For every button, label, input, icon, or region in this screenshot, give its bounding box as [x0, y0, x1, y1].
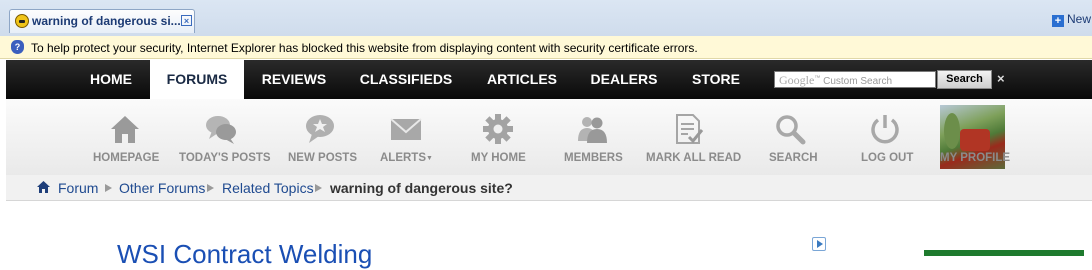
quick-link-members[interactable]: MEMBERS — [554, 99, 630, 175]
adchoices-icon[interactable] — [812, 237, 826, 251]
breadcrumb-link-related-topics[interactable]: Related Topics — [222, 180, 314, 196]
search-button[interactable]: Search — [937, 70, 992, 89]
nav-articles[interactable]: ARTICLES — [472, 60, 572, 99]
gear-icon — [483, 114, 513, 144]
quick-link-label: ALERTS▼ — [380, 152, 433, 164]
breadcrumb-link-other-forums[interactable]: Other Forums — [119, 180, 205, 196]
alerts-label-text: ALERTS — [380, 152, 426, 164]
security-info-bar[interactable]: ? To help protect your security, Interne… — [0, 36, 1092, 59]
main-nav: HOME FORUMS REVIEWS CLASSIFIEDS ARTICLES… — [6, 60, 1092, 99]
nav-dealers-label: DEALERS — [590, 71, 658, 87]
breadcrumb-current: warning of dangerous site? — [330, 180, 513, 196]
quick-link-label: SEARCH — [769, 152, 818, 164]
breadcrumb-separator-icon — [207, 184, 214, 192]
nav-articles-label: ARTICLES — [487, 71, 557, 87]
my-profile-label[interactable]: MY PROFILE — [940, 152, 1010, 164]
search-input[interactable]: Google™ Custom Search — [774, 71, 936, 88]
nav-classifieds-label: CLASSIFIEDS — [359, 71, 453, 87]
quick-link-label: HOMEPAGE — [93, 152, 160, 164]
new-tab-button[interactable]: + New — [1052, 12, 1091, 27]
shield-question-icon: ? — [11, 40, 24, 54]
nav-home-label: HOME — [90, 71, 132, 87]
people-icon — [578, 117, 607, 143]
browser-tab-strip: warning of dangerous si... × + New — [0, 0, 1092, 36]
new-tab-label: New — [1067, 12, 1092, 26]
tab-close-icon[interactable]: × — [181, 15, 192, 26]
quick-link-new-posts[interactable]: NEW POSTS — [282, 99, 362, 175]
document-check-icon — [676, 114, 704, 144]
google-brand: Google — [779, 73, 815, 87]
quick-link-my-home[interactable]: MY HOME — [462, 99, 534, 175]
quick-link-label: MEMBERS — [564, 152, 623, 164]
main-content: WSI Contract Welding — [6, 201, 1092, 269]
info-bar-text: To help protect your security, Internet … — [31, 41, 698, 55]
clear-search-icon[interactable]: × — [997, 71, 1005, 86]
breadcrumb-link-forum[interactable]: Forum — [58, 180, 98, 196]
breadcrumb-separator-icon — [315, 184, 322, 192]
chat-bubbles-icon — [206, 116, 236, 144]
quick-link-todays-posts[interactable]: TODAY'S POSTS — [174, 99, 274, 175]
browser-tab[interactable]: warning of dangerous si... × — [9, 9, 195, 33]
nav-store[interactable]: STORE — [676, 60, 756, 99]
breadcrumb: Forum Other Forums Related Topics warnin… — [6, 175, 1092, 201]
breadcrumb-separator-icon — [105, 184, 112, 192]
nav-store-label: STORE — [692, 71, 740, 87]
quick-link-alerts[interactable]: ALERTS▼ — [372, 99, 442, 175]
quick-link-label: LOG OUT — [861, 152, 914, 164]
quick-link-search[interactable]: SEARCH — [760, 99, 824, 175]
house-icon — [111, 116, 139, 143]
chevron-down-icon: ▼ — [426, 155, 433, 162]
search-placeholder-text: Custom Search — [823, 76, 893, 87]
power-icon — [871, 115, 899, 144]
quick-link-label: TODAY'S POSTS — [179, 152, 271, 164]
magnifier-icon — [776, 115, 806, 145]
nav-forums[interactable]: FORUMS — [150, 60, 244, 99]
plus-icon: + — [1052, 15, 1064, 27]
nav-home[interactable]: HOME — [74, 60, 148, 99]
nav-dealers[interactable]: DEALERS — [576, 60, 672, 99]
sidebar-green-banner — [924, 250, 1084, 256]
new-posts-bubble-icon — [306, 115, 334, 143]
envelope-icon — [390, 118, 422, 140]
quick-links-bar: HOMEPAGE TODAY'S POSTS NEW POSTS ALERTS▼ — [6, 99, 1092, 175]
nav-reviews[interactable]: REVIEWS — [244, 60, 344, 99]
home-icon[interactable] — [37, 181, 50, 193]
nav-classifieds[interactable]: CLASSIFIEDS — [344, 60, 468, 99]
quick-link-label: MY HOME — [471, 152, 526, 164]
site-favicon-icon — [15, 14, 29, 28]
quick-link-label: MARK ALL READ — [646, 152, 742, 164]
quick-link-mark-all-read[interactable]: MARK ALL READ — [640, 99, 770, 175]
nav-reviews-label: REVIEWS — [261, 71, 327, 87]
quick-link-label: NEW POSTS — [288, 152, 358, 164]
quick-link-log-out[interactable]: LOG OUT — [852, 99, 922, 175]
nav-forums-label: FORUMS — [166, 71, 228, 87]
search-placeholder: Google™ Custom Search — [779, 73, 893, 87]
quick-link-homepage[interactable]: HOMEPAGE — [86, 99, 164, 175]
tab-title: warning of dangerous si... — [32, 14, 181, 28]
ad-title-link[interactable]: WSI Contract Welding — [117, 239, 372, 270]
